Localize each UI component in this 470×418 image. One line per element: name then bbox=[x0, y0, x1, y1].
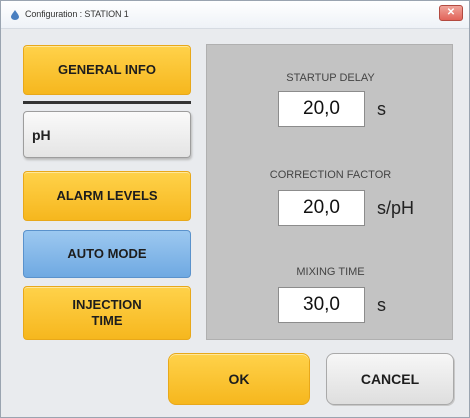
injection-time-label-line1: INJECTION bbox=[72, 297, 142, 312]
close-button[interactable]: ✕ bbox=[439, 5, 463, 21]
title-bar[interactable]: Configuration : STATION 1 ✕ bbox=[1, 1, 469, 29]
mixing-time-label: MIXING TIME bbox=[296, 266, 365, 278]
ph-label: pH bbox=[32, 126, 51, 143]
injection-time-button[interactable]: INJECTION TIME bbox=[23, 286, 191, 340]
ok-label: OK bbox=[228, 371, 250, 387]
correction-factor-label: CORRECTION FACTOR bbox=[269, 169, 392, 181]
auto-mode-label: AUTO MODE bbox=[67, 246, 147, 261]
startup-delay-label: STARTUP DELAY bbox=[286, 72, 375, 84]
sidebar-divider bbox=[23, 101, 191, 104]
correction-factor-input[interactable]: 20,0 bbox=[278, 190, 365, 226]
alarm-levels-button[interactable]: ALARM LEVELS bbox=[23, 171, 191, 221]
startup-delay-unit: s bbox=[377, 99, 386, 119]
window-title: Configuration : STATION 1 bbox=[25, 9, 129, 19]
correction-factor-unit: s/pH bbox=[377, 198, 415, 218]
injection-time-label-line2: TIME bbox=[91, 313, 123, 328]
cancel-button[interactable]: CANCEL bbox=[326, 353, 454, 405]
config-window: Configuration : STATION 1 ✕ GENERAL INFO… bbox=[0, 0, 470, 418]
ok-button[interactable]: OK bbox=[168, 353, 310, 405]
settings-panel: STARTUP DELAY 20,0 s CORRECTION FACTOR 2… bbox=[206, 44, 453, 340]
general-info-button[interactable]: GENERAL INFO bbox=[23, 45, 191, 95]
auto-mode-button[interactable]: AUTO MODE bbox=[23, 230, 191, 278]
app-icon bbox=[11, 10, 19, 20]
startup-delay-input[interactable]: 20,0 bbox=[278, 91, 365, 127]
cancel-label: CANCEL bbox=[360, 371, 420, 387]
general-info-label: GENERAL INFO bbox=[58, 62, 156, 77]
mixing-time-unit: s bbox=[377, 295, 386, 315]
mixing-time-input[interactable]: 30,0 bbox=[278, 287, 365, 323]
alarm-levels-label: ALARM LEVELS bbox=[56, 188, 158, 203]
ph-selector[interactable]: pH bbox=[23, 111, 191, 158]
